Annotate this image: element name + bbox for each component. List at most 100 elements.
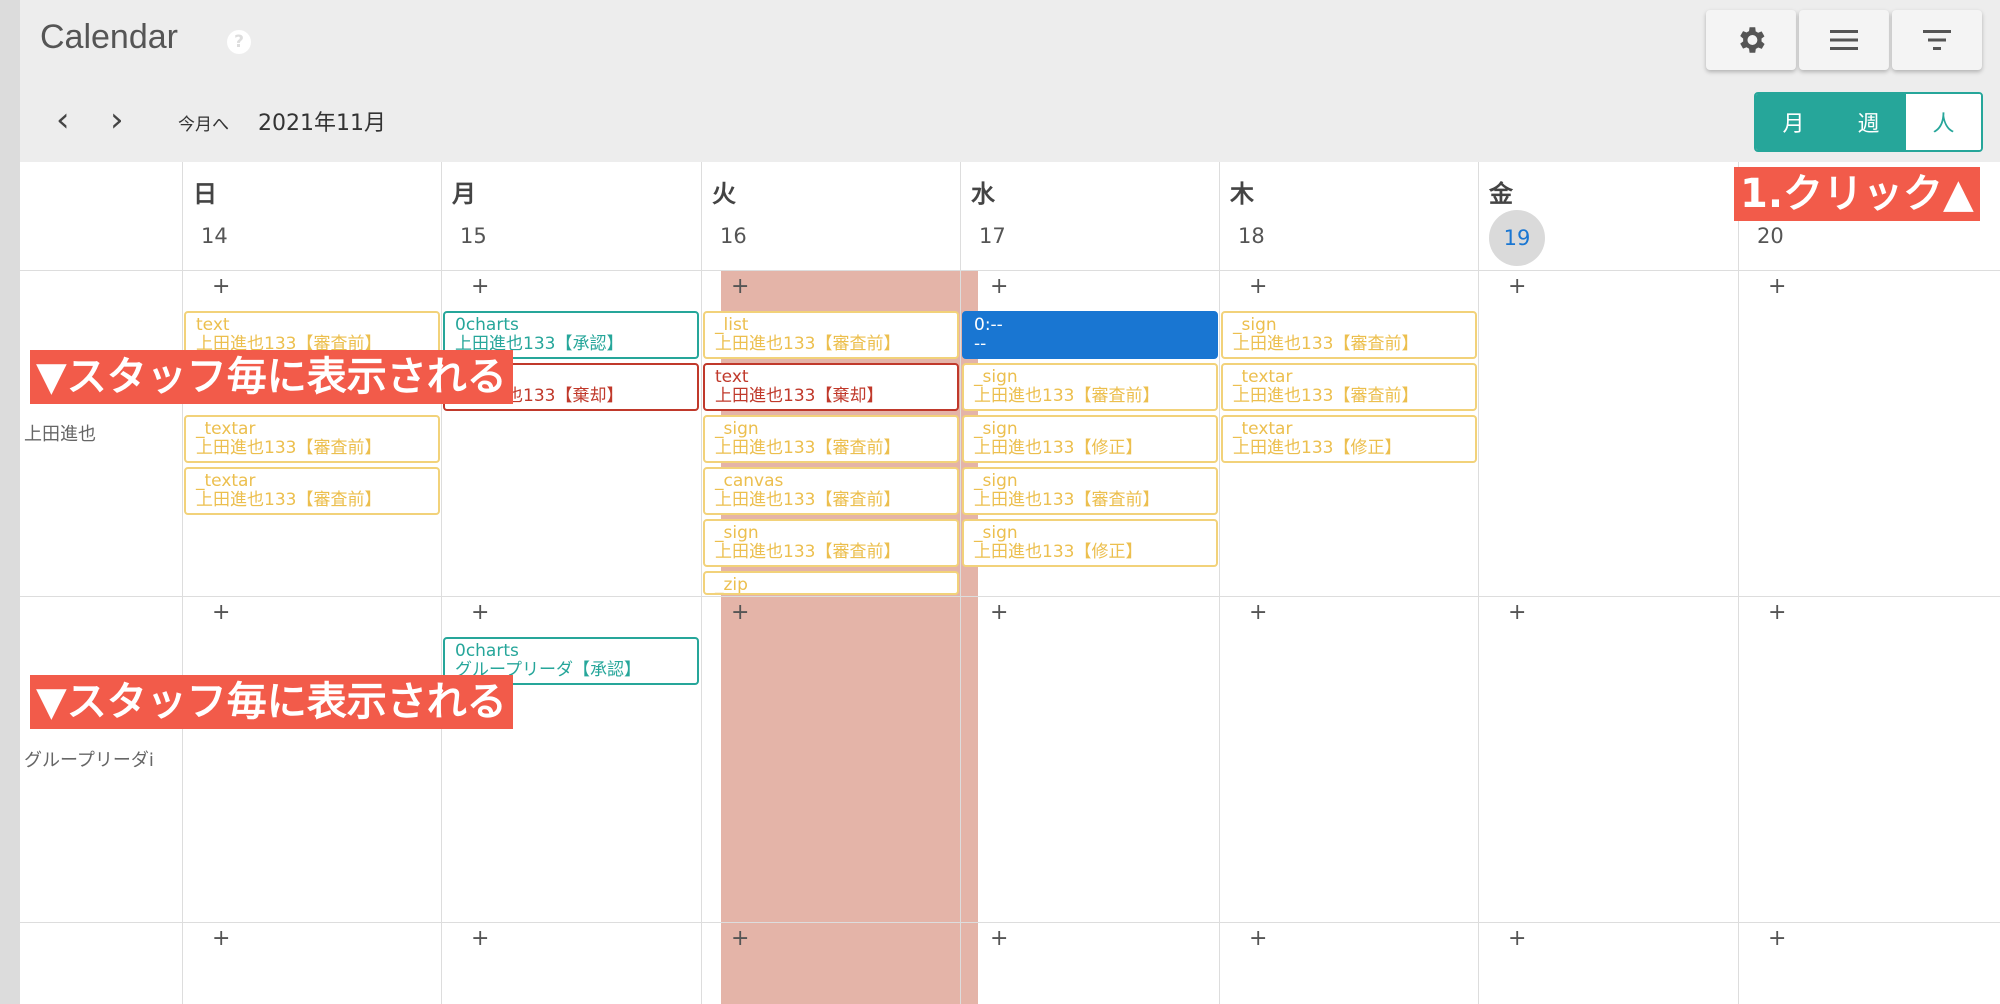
view-month-tab[interactable]: 月 xyxy=(1756,94,1831,150)
add-event-button[interactable]: + xyxy=(731,926,749,951)
day-header-fri[interactable]: 金 19 xyxy=(1478,162,1738,270)
day-header-thu[interactable]: 木 18 xyxy=(1219,162,1478,270)
day-header-mon[interactable]: 月 15 xyxy=(441,162,701,270)
calendar-header: Calendar ? ‹ › 今月へ 2021年11月 月 週 人 xyxy=(20,0,2000,162)
filter-icon xyxy=(1923,30,1951,50)
add-event-button[interactable]: + xyxy=(1508,274,1526,299)
event-card[interactable]: _sign 上田進也133【審査前】 xyxy=(962,363,1218,411)
add-event-button[interactable]: + xyxy=(990,600,1008,625)
add-event-button[interactable]: + xyxy=(471,274,489,299)
add-event-button[interactable]: + xyxy=(212,274,230,299)
add-event-button[interactable]: + xyxy=(471,600,489,625)
day-of-week: 水 xyxy=(971,180,995,208)
add-event-button[interactable]: + xyxy=(1768,274,1786,299)
day-number: 20 xyxy=(1757,224,1784,248)
event-subtitle: 上田進也133【審査前】 xyxy=(715,542,901,562)
filter-button[interactable] xyxy=(1892,10,1982,70)
event-title: _textar xyxy=(196,471,256,491)
day-number: 16 xyxy=(720,224,747,248)
add-event-button[interactable]: + xyxy=(1508,926,1526,951)
event-subtitle: -- xyxy=(974,334,987,354)
add-event-button[interactable]: + xyxy=(471,926,489,951)
event-card[interactable]: _sign 上田進也133【審査前】 xyxy=(703,415,959,463)
view-person-tab[interactable]: 人 xyxy=(1906,94,1981,150)
event-subtitle: 上田進也133【審査前】 xyxy=(715,334,901,354)
event-card[interactable]: _sign 上田進也133【修正】 xyxy=(962,415,1218,463)
event-subtitle: 上田進也133【審査前】 xyxy=(974,386,1160,406)
event-subtitle: 上田進也133【審査前】 xyxy=(196,490,382,510)
view-week-tab[interactable]: 週 xyxy=(1831,94,1906,150)
list-view-button[interactable] xyxy=(1799,10,1889,70)
event-card[interactable]: _sign 上田進也133【修正】 xyxy=(962,519,1218,567)
add-event-button[interactable]: + xyxy=(1768,600,1786,625)
add-event-button[interactable]: + xyxy=(990,274,1008,299)
day-header-sun[interactable]: 日 14 xyxy=(182,162,441,270)
day-number: 15 xyxy=(460,224,487,248)
add-event-button[interactable]: + xyxy=(1249,926,1267,951)
event-card[interactable]: _sign 上田進也133【審査前】 xyxy=(703,519,959,567)
help-icon[interactable]: ? xyxy=(227,30,251,54)
event-card[interactable]: _canvas 上田進也133【審査前】 xyxy=(703,467,959,515)
add-event-button[interactable]: + xyxy=(212,926,230,951)
event-subtitle: 上田進也133【審査前】 xyxy=(974,490,1160,510)
day-number: 18 xyxy=(1238,224,1265,248)
event-subtitle: 上田進也133【審査前】 xyxy=(196,438,382,458)
add-event-button[interactable]: + xyxy=(1249,274,1267,299)
day-number: 17 xyxy=(979,224,1006,248)
event-card[interactable]: _sign 上田進也133【審査前】 xyxy=(962,467,1218,515)
event-title: _textar xyxy=(196,419,256,439)
day-header-tue[interactable]: 火 16 xyxy=(701,162,960,270)
day-of-week: 火 xyxy=(712,180,736,208)
staff-label: 上田進也 xyxy=(24,424,96,445)
tutorial-annotation: 1.クリック▲ xyxy=(1734,167,1980,221)
event-subtitle: 上田進也133【審査前】 xyxy=(1233,386,1419,406)
settings-button[interactable] xyxy=(1706,10,1796,70)
day-header-wed[interactable]: 水 17 xyxy=(960,162,1219,270)
add-event-button[interactable]: + xyxy=(1249,600,1267,625)
event-card[interactable]: _sign 上田進也133【審査前】 xyxy=(1221,311,1477,359)
today-button[interactable]: 今月へ xyxy=(178,110,229,135)
event-title: _sign xyxy=(974,367,1018,387)
event-title: _sign xyxy=(715,523,759,543)
event-title: _canvas xyxy=(715,471,784,491)
event-title: 0charts xyxy=(455,641,519,661)
event-title: text xyxy=(715,367,749,387)
event-card[interactable]: text 上田進也133【棄却】 xyxy=(703,363,959,411)
event-subtitle: 上田進也133【修正】 xyxy=(974,438,1143,458)
day-of-week: 日 xyxy=(193,180,217,208)
view-toggle: 月 週 人 xyxy=(1754,92,1983,152)
add-event-button[interactable]: + xyxy=(1768,926,1786,951)
add-event-button[interactable]: + xyxy=(731,274,749,299)
add-event-button[interactable]: + xyxy=(990,926,1008,951)
event-card[interactable]: _zip xyxy=(703,571,959,595)
event-card[interactable]: _textar 上田進也133【審査前】 xyxy=(184,467,440,515)
event-subtitle: 上田進也133【審査前】 xyxy=(715,438,901,458)
day-of-week: 金 xyxy=(1489,180,1513,208)
event-card[interactable]: _list 上田進也133【審査前】 xyxy=(703,311,959,359)
event-card[interactable]: _textar 上田進也133【審査前】 xyxy=(184,415,440,463)
today-day-number: 19 xyxy=(1489,210,1545,266)
event-subtitle: 上田進也133【修正】 xyxy=(1233,438,1402,458)
event-subtitle: 上田進也133【審査前】 xyxy=(1233,334,1419,354)
event-subtitle: 上田進也133【棄却】 xyxy=(715,386,884,406)
left-edge xyxy=(0,0,20,1004)
event-title: _sign xyxy=(974,419,1018,439)
add-event-button[interactable]: + xyxy=(212,600,230,625)
event-title: _sign xyxy=(974,523,1018,543)
event-card[interactable]: 0:-- -- xyxy=(962,311,1218,359)
event-subtitle: 上田進也133【修正】 xyxy=(974,542,1143,562)
event-title: _zip xyxy=(715,575,748,595)
event-title: _sign xyxy=(974,471,1018,491)
prev-month-button[interactable]: ‹ xyxy=(56,100,70,140)
event-card[interactable]: _textar 上田進也133【審査前】 xyxy=(1221,363,1477,411)
add-event-button[interactable]: + xyxy=(1508,600,1526,625)
next-month-button[interactable]: › xyxy=(110,100,124,140)
day-number: 14 xyxy=(201,224,228,248)
add-event-button[interactable]: + xyxy=(731,600,749,625)
day-of-week: 木 xyxy=(1230,180,1254,208)
gear-icon xyxy=(1740,27,1765,53)
day-of-week: 月 xyxy=(452,180,476,208)
event-title: _list xyxy=(715,315,749,335)
event-title: _textar xyxy=(1233,367,1293,387)
event-card[interactable]: _textar 上田進也133【修正】 xyxy=(1221,415,1477,463)
